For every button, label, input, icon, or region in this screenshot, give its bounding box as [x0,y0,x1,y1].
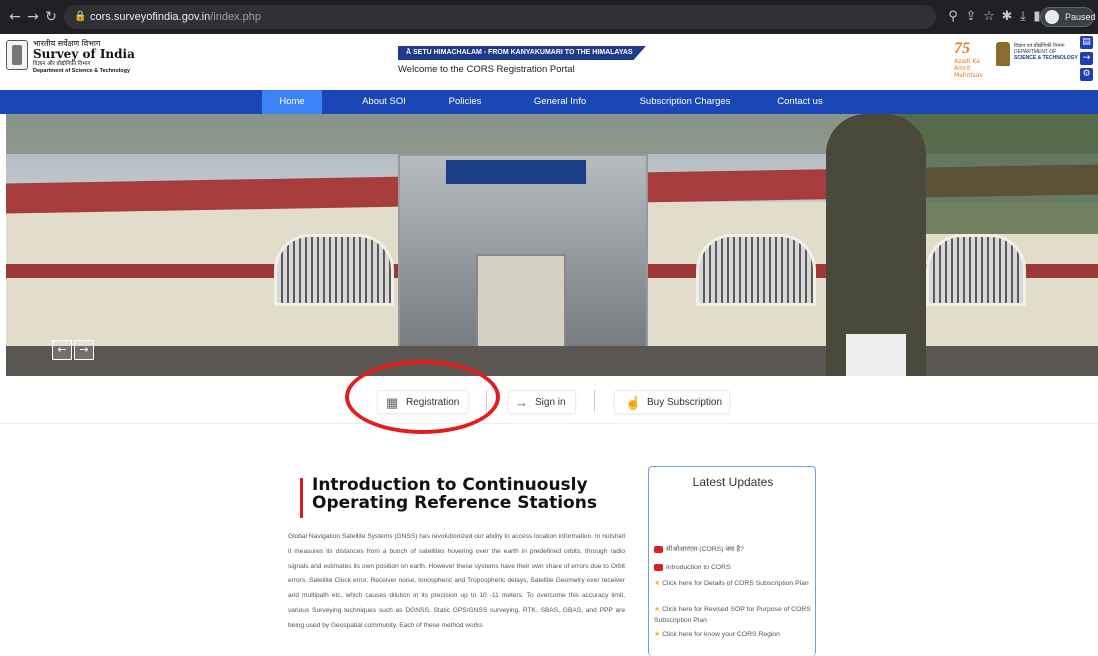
profile-button[interactable]: Paused [1040,7,1096,27]
annotation-circle [345,360,500,434]
back-arrow-icon[interactable]: ← [6,8,24,26]
nav-general-info[interactable]: General Info [520,90,600,114]
nav-about-soi[interactable]: About SOI [344,90,424,114]
star-icon: ★ [654,580,661,587]
star-icon: ★ [654,631,661,638]
hero-window [926,234,1026,306]
soi-logo-icon[interactable] [6,40,28,70]
intro-title: Introduction to Continuously Operating R… [312,476,597,512]
youtube-icon [654,563,663,571]
update-label: Click here for Revised SOP for Purpose o… [654,606,811,624]
soi-brand[interactable]: भारतीय सर्वेक्षण विभाग Survey of India व… [33,39,135,75]
update-label: Click here for know your CORS Region [662,631,780,638]
user-settings-icon[interactable]: ⚙ [1080,68,1093,81]
org-name: Survey of India [33,47,135,61]
hero-tree-base [846,334,906,376]
hero-window [274,234,394,306]
site-header: भारतीय सर्वेक्षण विभाग Survey of India व… [0,34,1098,90]
latest-updates-panel: Latest Updates सीओआरएस (CORS) क्या है? I… [648,466,816,656]
url-path: /index.php [210,11,262,23]
hero-floor [6,346,1098,376]
update-item[interactable]: Introduction to CORS [654,563,814,574]
nav-subscription-charges[interactable]: Subscription Charges [630,90,740,114]
update-label: Click here for Details of CORS Subscript… [662,580,809,587]
hand-pointer-icon: ☝ [625,395,642,410]
hero-carousel: ← → [6,114,1098,376]
star-icon: ★ [654,606,661,613]
update-label: सीओआरएस (CORS) क्या है? [666,546,744,553]
buy-subscription-button[interactable]: ☝ Buy Subscription [614,390,730,414]
zoom-icon[interactable]: ⚲ [944,8,962,26]
national-emblem-icon [996,42,1010,66]
hero-sign [446,160,586,184]
latest-updates-title: Latest Updates [692,475,774,489]
action-bar: ▦ Registration → Sign in ☝ Buy Subscript… [0,376,1098,424]
document-icon[interactable]: ▤ [1080,36,1093,49]
forward-arrow-icon[interactable]: → [24,8,42,26]
update-item[interactable]: ★ Click here for Details of CORS Subscrip… [654,579,814,590]
carousel-next-arrow-icon[interactable]: → [74,340,94,360]
divider [594,390,595,412]
profile-status: Paused [1065,12,1096,22]
avatar [1045,10,1059,24]
dst-logo: विज्ञान एवं प्रौद्योगिकी विभाग DEPARTMEN… [1014,43,1078,61]
org-sub-hindi: विज्ञान और प्रौद्योगिकी विभाग [33,61,91,67]
update-item[interactable]: ★ Click here for Revised SOP for Purpose … [654,605,814,626]
tagline-banner: Ā SETU HIMACHALAM - FROM KANYAKUMARI TO … [398,46,646,60]
reload-icon[interactable]: ↻ [42,8,60,26]
carousel-prev-arrow-icon[interactable]: ← [52,340,72,360]
browser-toolbar: ← → ↻ 🔒 cors.surveyofindia.gov.in/index.… [0,0,1098,34]
intro-title-line2: Operating Reference Stations [312,493,597,513]
update-item[interactable]: ★ Click here for know your CORS Region [654,630,814,641]
share-icon[interactable]: ⇪ [962,8,980,26]
dst-line2: SCIENCE & TECHNOLOGY [1014,55,1078,61]
address-bar[interactable]: 🔒 cors.surveyofindia.gov.in/index.php [64,5,936,29]
signin-button[interactable]: → Sign in [508,390,576,414]
bookmark-star-icon[interactable]: ☆ [980,8,998,26]
url-host: cors.surveyofindia.gov.in [90,11,211,23]
update-label: Introduction to CORS [666,564,731,571]
azadi-text: Azadi Ka Amrit Mahotsav [954,58,984,79]
intro-body: Global Navigation Satellite Systems (GNS… [288,533,625,629]
lock-icon: 🔒 [74,11,87,22]
signin-label: Sign in [535,397,566,408]
hero-window [696,234,816,306]
update-item[interactable]: सीओआरएस (CORS) क्या है? [654,545,814,556]
login-arrow-icon[interactable]: → [1080,52,1093,65]
buy-subscription-label: Buy Subscription [647,397,723,408]
intro-accent-bar [300,478,303,518]
azadi-logo: 75 Azadi Ka Amrit Mahotsav [954,40,988,79]
nav-policies[interactable]: Policies [430,90,500,114]
org-sub: Department of Science & Technology [33,68,131,74]
main-nav: Home About SOI Policies General Info Sub… [0,90,1098,114]
azadi-number: 75 [954,40,970,57]
welcome-text: Welcome to the CORS Registration Portal [398,64,575,75]
signin-arrow-icon: → [515,395,528,410]
nav-contact-us[interactable]: Contact us [760,90,840,114]
intro-title-line1: Introduction to Continuously [312,475,588,495]
nav-home[interactable]: Home [262,90,322,114]
youtube-icon [654,545,663,553]
